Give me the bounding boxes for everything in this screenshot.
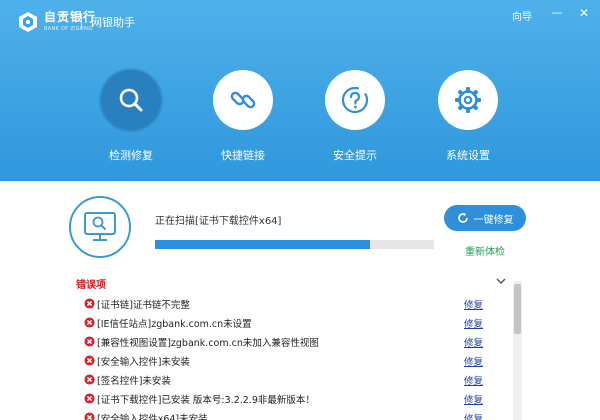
error-row: [证书链]证书链不完整 修复 <box>84 294 494 313</box>
error-icon <box>84 298 95 309</box>
app-title: 网银助手 <box>91 16 135 29</box>
error-icon <box>84 336 95 347</box>
nav-icon-circle <box>213 70 273 130</box>
question-icon <box>341 86 369 114</box>
scan-progress-bar <box>155 240 434 249</box>
bank-logo-icon <box>19 12 37 32</box>
one-click-fix-button[interactable]: 一键修复 <box>444 205 526 231</box>
nav-system-settings[interactable]: 系统设置 <box>428 70 508 163</box>
rescan-link[interactable]: 重新体检 <box>465 243 505 258</box>
nav-detect-repair[interactable]: 检测修复 <box>91 70 171 163</box>
error-description: [IE信任站点]zgbank.com.cn未设置 <box>97 318 252 330</box>
refresh-icon <box>457 212 469 224</box>
fix-link[interactable]: 修复 <box>464 354 483 368</box>
link-icon <box>230 91 256 109</box>
nav-label: 检测修复 <box>109 149 153 162</box>
brand-name: 自贡银行 <box>44 10 97 24</box>
error-row: [安全输入控件x64]未安装 修复 <box>84 408 494 420</box>
guide-link[interactable]: 向导 <box>512 8 532 23</box>
error-row: [安全输入控件]未安装 修复 <box>84 351 494 370</box>
error-row: [IE信任站点]zgbank.com.cn未设置 修复 <box>84 313 494 332</box>
error-icon <box>84 393 95 404</box>
minimize-button[interactable]: — <box>549 6 565 20</box>
chevron-down-icon[interactable] <box>495 276 507 286</box>
nav-label: 安全提示 <box>333 149 377 162</box>
error-icon <box>84 317 95 328</box>
error-icon <box>84 355 95 366</box>
nav-security-tips[interactable]: 安全提示 <box>315 70 395 163</box>
title-bar: 自贡银行 BANK OF ZIGONG 网银助手 向导 — ✕ <box>0 0 600 40</box>
error-section-heading: 错误项 <box>76 280 106 291</box>
header-banner: 自贡银行 BANK OF ZIGONG 网银助手 向导 — ✕ 检测修复 快捷链… <box>0 0 600 181</box>
nav-icon-circle <box>438 70 498 130</box>
error-row: [证书下载控件]已安装 版本号:3.2.2.9非最新版本！ 修复 <box>84 389 494 408</box>
fix-link[interactable]: 修复 <box>464 373 483 387</box>
error-description: [安全输入控件x64]未安装 <box>97 413 208 420</box>
gear-icon <box>455 87 481 113</box>
nav-quick-links[interactable]: 快捷链接 <box>203 70 283 163</box>
title-divider <box>81 13 82 29</box>
nav-icon-circle <box>325 70 385 130</box>
error-description: [证书链]证书链不完整 <box>97 299 190 311</box>
fix-link[interactable]: 修复 <box>464 316 483 330</box>
nav-label: 系统设置 <box>446 149 490 162</box>
nav-label: 快捷链接 <box>221 149 265 162</box>
monitor-scan-icon <box>84 212 116 241</box>
nav-icon-circle <box>101 70 161 130</box>
fix-link[interactable]: 修复 <box>464 392 483 406</box>
scan-status-text: 正在扫描[证书下载控件x64] <box>155 216 282 227</box>
scrollbar-thumb[interactable] <box>514 284 521 334</box>
scan-monitor-badge <box>69 196 131 258</box>
error-description: [签名控件]未安装 <box>97 375 171 387</box>
fix-link[interactable]: 修复 <box>464 411 483 420</box>
error-description: [兼容性视图设置]zgbank.com.cn未加入兼容性视图 <box>97 337 319 349</box>
magnifier-icon <box>119 88 143 112</box>
error-icon <box>84 374 95 385</box>
error-list: [证书链]证书链不完整 修复 [IE信任站点]zgbank.com.cn未设置 … <box>84 294 494 420</box>
scan-progress-fill <box>155 240 370 249</box>
one-click-fix-label: 一键修复 <box>473 214 514 226</box>
error-description: [安全输入控件]未安装 <box>97 356 190 368</box>
error-row: [签名控件]未安装 修复 <box>84 370 494 389</box>
error-list-scrollbar[interactable] <box>513 281 522 420</box>
error-icon <box>84 412 95 420</box>
error-row: [兼容性视图设置]zgbank.com.cn未加入兼容性视图 修复 <box>84 332 494 351</box>
fix-link[interactable]: 修复 <box>464 335 483 349</box>
fix-link[interactable]: 修复 <box>464 297 483 311</box>
close-button[interactable]: ✕ <box>576 6 592 20</box>
brand-subtitle: BANK OF ZIGONG <box>44 26 93 32</box>
error-description: [证书下载控件]已安装 版本号:3.2.2.9非最新版本！ <box>97 394 315 406</box>
